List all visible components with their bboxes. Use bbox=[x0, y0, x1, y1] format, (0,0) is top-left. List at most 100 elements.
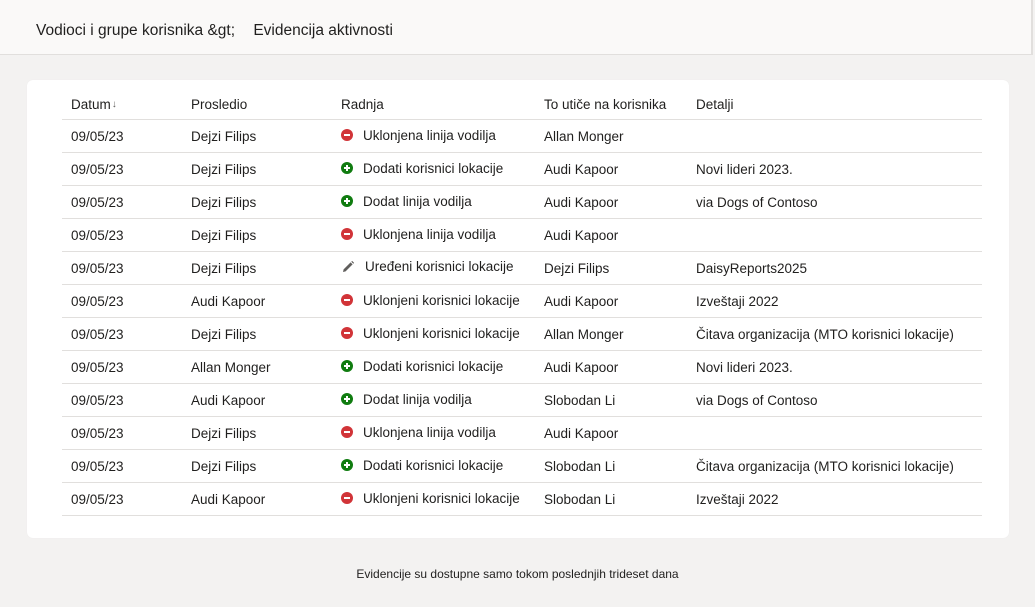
cell-action: Uklonjena linija vodilja bbox=[341, 416, 544, 450]
column-header-affects[interactable]: To utiče na korisnika bbox=[544, 90, 696, 120]
cell-affects: Audi Kapoor bbox=[544, 218, 696, 252]
cell-date: 09/05/23 bbox=[62, 152, 191, 186]
cell-by: Audi Kapoor bbox=[191, 482, 341, 516]
action-label: Uklonjeni korisnici lokacije bbox=[363, 490, 520, 506]
cell-details: via Dogs of Contoso bbox=[696, 383, 982, 417]
remove-icon bbox=[341, 129, 353, 142]
remove-icon bbox=[341, 228, 353, 241]
cell-affects: Dejzi Filips bbox=[544, 251, 696, 285]
table-row[interactable]: 09/05/23 Dejzi Filips Uređeni korisnici lo… bbox=[62, 251, 982, 285]
remove-icon bbox=[341, 426, 353, 439]
action-label: Uklonjena linija vodilja bbox=[363, 127, 496, 143]
add-icon bbox=[341, 360, 353, 373]
column-header-action[interactable]: Radnja bbox=[341, 90, 544, 120]
cell-affects: Allan Monger bbox=[544, 317, 696, 351]
cell-date: 09/05/23 bbox=[62, 185, 191, 219]
column-header-date[interactable]: Datum↓ bbox=[62, 90, 191, 120]
table-row[interactable]: 09/05/23 Dejzi Filips Dodat linija vodilja… bbox=[62, 185, 982, 219]
cell-action: Dodat linija vodilja bbox=[341, 185, 544, 219]
cell-details bbox=[696, 119, 982, 153]
cell-details: Čitava organizacija (MTO korisnici lokac… bbox=[696, 317, 982, 351]
cell-action: Uklonjeni korisnici lokacije bbox=[341, 284, 544, 318]
remove-icon bbox=[341, 492, 353, 505]
cell-by: Dejzi Filips bbox=[191, 317, 341, 351]
cell-by: Dejzi Filips bbox=[191, 185, 341, 219]
action-label: Dodat linija vodilja bbox=[363, 391, 472, 407]
cell-affects: Slobodan Li bbox=[544, 449, 696, 483]
action-label: Uklonjena linija vodilja bbox=[363, 226, 496, 242]
cell-date: 09/05/23 bbox=[62, 416, 191, 450]
action-label: Uređeni korisnici lokacije bbox=[365, 259, 514, 275]
remove-icon bbox=[341, 294, 353, 307]
cell-action: Dodati korisnici lokacije bbox=[341, 152, 544, 186]
cell-action: Uklonjeni korisnici lokacije bbox=[341, 317, 544, 351]
cell-affects: Slobodan Li bbox=[544, 383, 696, 417]
cell-by: Allan Monger bbox=[191, 350, 341, 384]
table-row[interactable]: 09/05/23 Audi Kapoor Dodat linija vodilja S… bbox=[62, 383, 982, 417]
add-icon bbox=[341, 459, 353, 472]
action-label: Uklonjeni korisnici lokacije bbox=[363, 292, 520, 308]
table-row[interactable]: 09/05/23 Allan Monger Dodati korisnici lok… bbox=[62, 350, 982, 384]
cell-date: 09/05/23 bbox=[62, 251, 191, 285]
table-row[interactable]: 09/05/23 Dejzi Filips Uklonjena linija vod… bbox=[62, 218, 982, 252]
column-header-details[interactable]: Detalji bbox=[696, 90, 982, 120]
cell-by: Dejzi Filips bbox=[191, 251, 341, 285]
edit-pencil-icon bbox=[341, 260, 355, 274]
cell-details: Izveštaji 2022 bbox=[696, 284, 982, 318]
cell-date: 09/05/23 bbox=[62, 119, 191, 153]
breadcrumb: Vodioci i grupe korisnika &gt; Evidencij… bbox=[36, 22, 393, 40]
add-icon bbox=[341, 162, 353, 175]
cell-details: Izveštaji 2022 bbox=[696, 482, 982, 516]
breadcrumb-parent-link[interactable]: Vodioci i grupe korisnika &gt; bbox=[36, 22, 235, 39]
action-label: Dodati korisnici lokacije bbox=[363, 160, 504, 176]
table-row[interactable]: 09/05/23 Dejzi Filips Dodati korisnici lok… bbox=[62, 449, 982, 483]
column-header-by[interactable]: Prosledio bbox=[191, 90, 341, 120]
table-row[interactable]: 09/05/23 Dejzi Filips Dodati korisnici lok… bbox=[62, 152, 982, 186]
cell-by: Dejzi Filips bbox=[191, 218, 341, 252]
action-label: Uklonjena linija vodilja bbox=[363, 424, 496, 440]
header-bar: Vodioci i grupe korisnika &gt; Evidencij… bbox=[0, 0, 1033, 55]
cell-details bbox=[696, 218, 982, 252]
cell-date: 09/05/23 bbox=[62, 449, 191, 483]
activity-log-table: Datum↓ Prosledio Radnja To utiče na kori… bbox=[62, 90, 982, 516]
activity-log-card: Datum↓ Prosledio Radnja To utiče na kori… bbox=[27, 80, 1009, 538]
cell-affects: Audi Kapoor bbox=[544, 185, 696, 219]
action-label: Dodat linija vodilja bbox=[363, 193, 472, 209]
cell-action: Uklonjena linija vodilja bbox=[341, 119, 544, 153]
table-row[interactable]: 09/05/23 Dejzi Filips Uklonjena linija vod… bbox=[62, 416, 982, 450]
action-label: Uklonjeni korisnici lokacije bbox=[363, 325, 520, 341]
cell-details: DaisyReports2025 bbox=[696, 251, 982, 285]
cell-affects: Allan Monger bbox=[544, 119, 696, 153]
table-body: 09/05/23 Dejzi Filips Uklonjena linija vod… bbox=[62, 119, 982, 516]
cell-details: Novi lideri 2023. bbox=[696, 350, 982, 384]
cell-action: Dodati korisnici lokacije bbox=[341, 449, 544, 483]
cell-date: 09/05/23 bbox=[62, 218, 191, 252]
cell-action: Dodati korisnici lokacije bbox=[341, 350, 544, 384]
cell-affects: Audi Kapoor bbox=[544, 152, 696, 186]
action-label: Dodati korisnici lokacije bbox=[363, 358, 504, 374]
cell-date: 09/05/23 bbox=[62, 383, 191, 417]
cell-by: Audi Kapoor bbox=[191, 284, 341, 318]
table-row[interactable]: 09/05/23 Audi Kapoor Uklonjeni korisnici l… bbox=[62, 284, 982, 318]
cell-date: 09/05/23 bbox=[62, 350, 191, 384]
cell-date: 09/05/23 bbox=[62, 284, 191, 318]
breadcrumb-current-page: Evidencija aktivnosti bbox=[253, 22, 393, 39]
add-icon bbox=[341, 195, 353, 208]
cell-by: Dejzi Filips bbox=[191, 119, 341, 153]
cell-action: Uklonjeni korisnici lokacije bbox=[341, 482, 544, 516]
cell-details: Čitava organizacija (MTO korisnici lokac… bbox=[696, 449, 982, 483]
cell-affects: Audi Kapoor bbox=[544, 416, 696, 450]
action-label: Dodati korisnici lokacije bbox=[363, 457, 504, 473]
table-header-row: Datum↓ Prosledio Radnja To utiče na kori… bbox=[62, 90, 982, 120]
cell-action: Uređeni korisnici lokacije bbox=[341, 251, 544, 285]
cell-action: Dodat linija vodilja bbox=[341, 383, 544, 417]
cell-action: Uklonjena linija vodilja bbox=[341, 218, 544, 252]
sort-down-arrow-icon[interactable]: ↓ bbox=[112, 99, 117, 110]
cell-date: 09/05/23 bbox=[62, 317, 191, 351]
cell-by: Audi Kapoor bbox=[191, 383, 341, 417]
table-row[interactable]: 09/05/23 Dejzi Filips Uklonjena linija vod… bbox=[62, 119, 982, 153]
table-row[interactable]: 09/05/23 Dejzi Filips Uklonjeni korisnici … bbox=[62, 317, 982, 351]
retention-note: Evidencije su dostupne samo tokom posled… bbox=[356, 567, 679, 581]
table-row[interactable]: 09/05/23 Audi Kapoor Uklonjeni korisnici l… bbox=[62, 482, 982, 516]
cell-affects: Slobodan Li bbox=[544, 482, 696, 516]
